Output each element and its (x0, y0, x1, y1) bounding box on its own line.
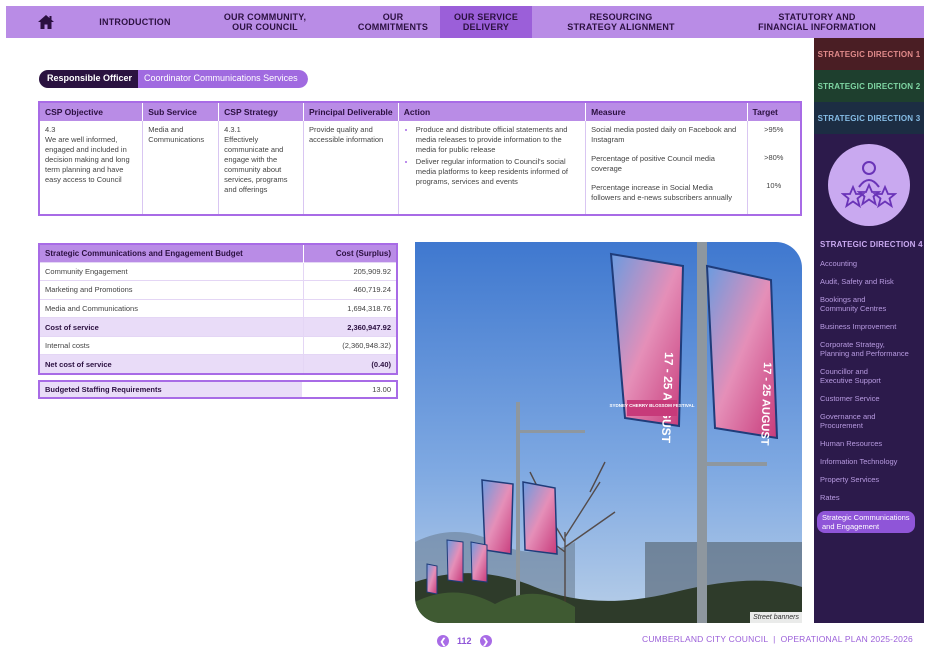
budget-header-row: Strategic Communications and Engagement … (39, 244, 397, 262)
sidebar-item-accounting[interactable]: Accounting (820, 259, 924, 268)
sidebar-item-information-technology[interactable]: Information Technology (820, 457, 924, 466)
csp-objective-cell: 4.3 We are well informed, engaged and in… (39, 121, 144, 215)
csp-strategy-cell: 4.3.1 Effectively communicate and engage… (218, 121, 304, 215)
measure-cell: Social media posted daily on Facebook an… (585, 121, 748, 215)
chevron-left-icon: ❮ (439, 636, 447, 646)
table-row: Marketing and Promotions 460,719.24 (39, 280, 397, 300)
street-banners-photo: 17 - 25 AUGUST 17 - 25 AUGUST SYDNEY CHE… (415, 242, 802, 623)
service-list: Accounting Audit, Safety and Risk Bookin… (814, 249, 924, 533)
measure-item: Social media posted daily on Facebook an… (591, 125, 737, 144)
strategy-text: Effectively communicate and engage with … (224, 135, 288, 194)
responsible-officer: Responsible Officer Coordinator Communic… (39, 70, 308, 88)
nav-our-community[interactable]: OUR COMMUNITY, OUR COUNCIL (184, 6, 346, 38)
strategy-code: 4.3.1 (224, 125, 241, 134)
table-row: 4.3 We are well informed, engaged and in… (39, 121, 802, 215)
budget-row-label: Net cost of service (39, 354, 303, 374)
nav-our-commitments[interactable]: OUR COMMITMENTS (346, 6, 440, 38)
csp-table: CSP Objective Sub Service CSP Strategy P… (38, 101, 802, 216)
top-nav: INTRODUCTION OUR COMMUNITY, OUR COUNCIL … (6, 6, 924, 38)
sidebar-item-audit[interactable]: Audit, Safety and Risk (820, 277, 924, 286)
chevron-right-icon: ❯ (482, 636, 489, 646)
budget-row-value: (2,360,948.32) (302, 335, 397, 355)
staffing-value: 13.00 (372, 385, 391, 394)
sidebar-item-strategic-communications[interactable]: Strategic Communications and Engagement (817, 511, 915, 533)
budget-row-label: Internal costs (39, 335, 303, 355)
home-icon (38, 15, 54, 29)
table-row: Media and Communications 1,694,318.76 (39, 298, 397, 318)
target-item: >95% (764, 125, 784, 134)
budget-row-label: Cost of service (39, 317, 303, 337)
sidebar-item-governance[interactable]: Governance and Procurement (820, 412, 924, 430)
header-csp-strategy: CSP Strategy (218, 102, 304, 121)
strategic-direction-2-tab[interactable]: STRATEGIC DIRECTION 2 (814, 70, 924, 102)
people-stars-badge (828, 144, 910, 226)
budget-header-title: Strategic Communications and Engagement … (39, 244, 303, 262)
table-row-total: Net cost of service (0.40) (39, 354, 397, 374)
nav-resourcing-strategy[interactable]: RESOURCING STRATEGY ALIGNMENT (532, 6, 710, 38)
budget-row-label: Community Engagement (39, 261, 303, 281)
budget-row-label: Marketing and Promotions (39, 280, 303, 300)
table-row: Community Engagement 205,909.92 (39, 261, 397, 281)
budget-row-value: 205,909.92 (302, 261, 397, 281)
right-sidebar: STRATEGIC DIRECTION 1 STRATEGIC DIRECTIO… (814, 38, 924, 623)
sidebar-item-human-resources[interactable]: Human Resources (820, 439, 924, 448)
table-row-subtotal: Cost of service 2,360,947.92 (39, 317, 397, 337)
staffing-row: Budgeted Staffing Requirements 13.00 (38, 380, 398, 399)
sidebar-item-corporate-strategy[interactable]: Corporate Strategy, Planning and Perform… (820, 340, 924, 358)
nav-statutory-financial[interactable]: STATUTORY AND FINANCIAL INFORMATION (710, 6, 924, 38)
header-principal-deliverable: Principal Deliverable (303, 102, 399, 121)
budget-row-value: 460,719.24 (302, 280, 397, 300)
budget-row-value: 2,360,947.92 (302, 317, 397, 337)
strategic-direction-3-tab[interactable]: STRATEGIC DIRECTION 3 (814, 102, 924, 134)
sidebar-item-business-improvement[interactable]: Business Improvement (820, 322, 924, 331)
staffing-label: Budgeted Staffing Requirements (40, 382, 302, 397)
deliverable-cell: Provide quality and accessible informati… (303, 121, 399, 215)
objective-code: 4.3 (45, 125, 56, 134)
header-target: Target (747, 102, 802, 121)
previous-page-button[interactable]: ❮ (437, 635, 449, 647)
budget-header-cost: Cost (Surplus) (302, 244, 397, 262)
target-cell: >95% >80% 10% (747, 121, 802, 215)
action-cell: Produce and distribute official statemen… (398, 121, 587, 215)
header-sub-service: Sub Service (142, 102, 220, 121)
objective-text: We are well informed, engaged and includ… (45, 135, 130, 184)
target-item: 10% (766, 181, 782, 190)
action-item: Produce and distribute official statemen… (416, 125, 580, 155)
strategic-direction-1-tab[interactable]: STRATEGIC DIRECTION 1 (814, 38, 924, 70)
budget-row-value: 1,694,318.76 (302, 298, 397, 318)
table-header-row: CSP Objective Sub Service CSP Strategy P… (39, 102, 802, 121)
table-row: Internal costs (2,360,948.32) (39, 335, 397, 355)
pagination: ❮ 112 ❯ (437, 635, 492, 647)
photo-illustration: 17 - 25 AUGUST 17 - 25 AUGUST SYDNEY CHE… (415, 242, 802, 623)
officer-value: Coordinator Communications Services (138, 70, 308, 88)
officer-label: Responsible Officer (39, 70, 139, 88)
header-action: Action (398, 102, 587, 121)
footer-text: CUMBERLAND CITY COUNCIL | OPERATIONAL PL… (642, 634, 913, 644)
target-item: >80% (764, 153, 784, 162)
sidebar-item-property-services[interactable]: Property Services (820, 475, 924, 484)
budget-table: Strategic Communications and Engagement … (38, 243, 398, 375)
measure-item: Percentage of positive Council media cov… (591, 154, 715, 173)
photo-caption: Street banners (750, 612, 802, 623)
action-item: Deliver regular information to Council's… (416, 157, 580, 187)
nav-introduction[interactable]: INTRODUCTION (86, 6, 184, 38)
home-button[interactable] (6, 6, 86, 38)
sidebar-item-councillor-support[interactable]: Councillor and Executive Support (820, 367, 924, 385)
header-measure: Measure (585, 102, 748, 121)
strategic-direction-4-tab[interactable]: STRATEGIC DIRECTION 4 (814, 226, 924, 249)
people-stars-icon (841, 161, 897, 209)
sidebar-item-customer-service[interactable]: Customer Service (820, 394, 924, 403)
measure-item: Percentage increase in Social Media foll… (591, 183, 733, 202)
budget-row-value: (0.40) (302, 354, 397, 374)
sidebar-item-rates[interactable]: Rates (820, 493, 924, 502)
nav-our-service-delivery[interactable]: OUR SERVICE DELIVERY (440, 6, 532, 38)
budget-row-label: Media and Communications (39, 298, 303, 318)
sub-service-cell: Media and Communications (142, 121, 220, 215)
next-page-button[interactable]: ❯ (479, 635, 492, 647)
page-number: 112 (457, 636, 472, 646)
sidebar-item-bookings[interactable]: Bookings and Community Centres (820, 295, 924, 313)
banner-title-text: SYDNEY CHERRY BLOSSOM FESTIVAL (609, 403, 694, 408)
header-csp-objective: CSP Objective (39, 102, 144, 121)
